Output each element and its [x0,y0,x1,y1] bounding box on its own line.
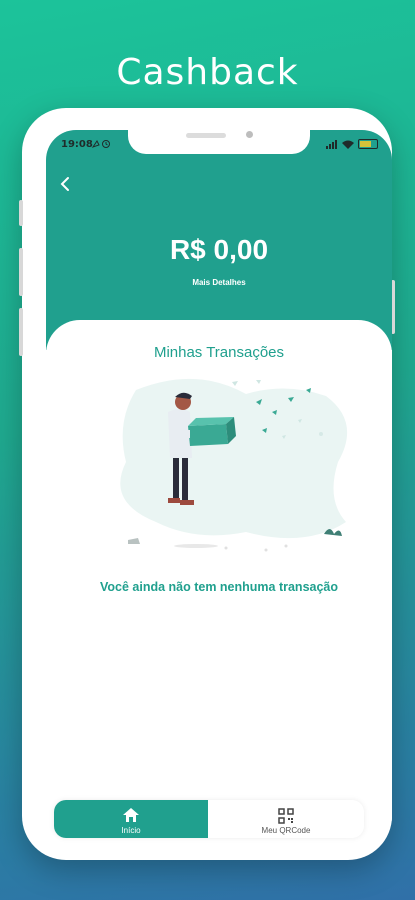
transactions-card: Minhas Transações Você ainda não tem nen… [46,320,392,846]
transactions-title: Minhas Transações [153,344,285,361]
chevron-left-icon [60,177,69,191]
home-icon [123,808,139,822]
balance-amount: R$ 0,00 [169,234,269,265]
speaker [186,133,226,138]
promo-title: Cashback [116,52,299,93]
phone-side-button [19,200,23,226]
phone-frame: 19:08 R$ 0,00 Mais Detalhes Minhas Trans… [19,108,395,860]
battery-icon [358,139,378,149]
bottom-nav: Início Meu QRCode [54,800,364,838]
empty-transactions-message: Você ainda não tem nenhuma transação [99,580,339,594]
nav-item-home[interactable]: Início [54,800,208,838]
empty-state-illustration [120,378,348,552]
front-camera [246,131,253,138]
notch [128,130,310,154]
app-screen: 19:08 R$ 0,00 Mais Detalhes Minhas Trans… [46,130,392,846]
header: 19:08 R$ 0,00 Mais Detalhes [46,130,392,350]
back-button[interactable] [56,174,76,194]
status-right-icons [326,139,378,149]
nav-label-qrcode: Meu QRCode [261,826,311,835]
signal-icon [326,139,337,149]
phone-volume-up [19,248,23,296]
nav-label-home: Início [121,826,141,835]
status-time: 19:08 [61,139,93,150]
qrcode-icon [278,808,294,824]
wifi-icon [342,140,354,149]
phone-volume-down [19,308,23,356]
status-notification-icons [91,140,110,148]
nav-item-qrcode[interactable]: Meu QRCode [208,800,364,838]
more-details-link[interactable]: Mais Detalhes [46,278,392,287]
alarm-icon [91,139,113,152]
